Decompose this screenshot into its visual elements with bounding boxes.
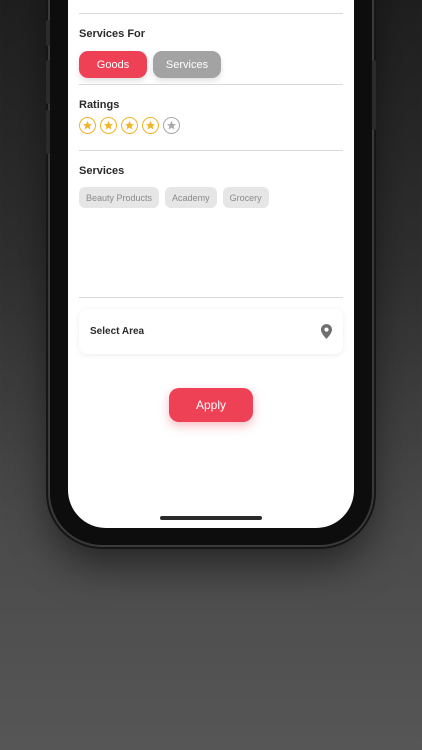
location-pin-icon[interactable] xyxy=(321,324,332,339)
app-screen: Services For Goods Services Ratings Serv… xyxy=(68,0,354,528)
power-button xyxy=(372,60,376,130)
services-toggle-button[interactable]: Services xyxy=(153,51,221,78)
star-icon-1[interactable] xyxy=(79,117,96,134)
services-for-title: Services For xyxy=(79,28,146,40)
goods-toggle-button[interactable]: Goods xyxy=(79,51,147,78)
services-title: Services xyxy=(79,165,125,177)
divider xyxy=(79,297,343,298)
divider xyxy=(79,13,343,14)
star-icon-3[interactable] xyxy=(121,117,138,134)
home-indicator xyxy=(160,516,262,520)
star-icon-2[interactable] xyxy=(100,117,117,134)
chip-grocery[interactable]: Grocery xyxy=(222,187,269,208)
volume-down-button xyxy=(46,110,50,154)
chip-beauty-products[interactable]: Beauty Products xyxy=(79,187,160,208)
divider xyxy=(79,150,343,151)
star-icon-4[interactable] xyxy=(142,117,159,134)
select-area-label: Select Area xyxy=(90,326,145,337)
ratings-title: Ratings xyxy=(79,99,120,111)
phone-frame: Services For Goods Services Ratings Serv… xyxy=(46,0,376,545)
chip-academy[interactable]: Academy xyxy=(165,187,217,208)
services-chip-list: Beauty Products Academy Grocery xyxy=(79,187,269,208)
mute-switch xyxy=(46,20,50,46)
select-area-field[interactable]: Select Area xyxy=(79,309,343,354)
star-icon-5[interactable] xyxy=(163,117,180,134)
rating-stars[interactable] xyxy=(79,117,180,134)
divider xyxy=(79,84,343,85)
apply-button[interactable]: Apply xyxy=(169,388,253,422)
volume-up-button xyxy=(46,60,50,104)
